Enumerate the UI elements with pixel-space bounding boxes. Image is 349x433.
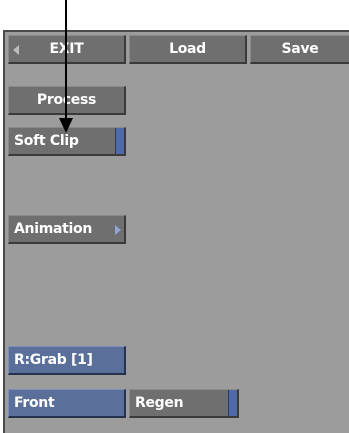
callout-arrow-icon	[59, 0, 73, 133]
